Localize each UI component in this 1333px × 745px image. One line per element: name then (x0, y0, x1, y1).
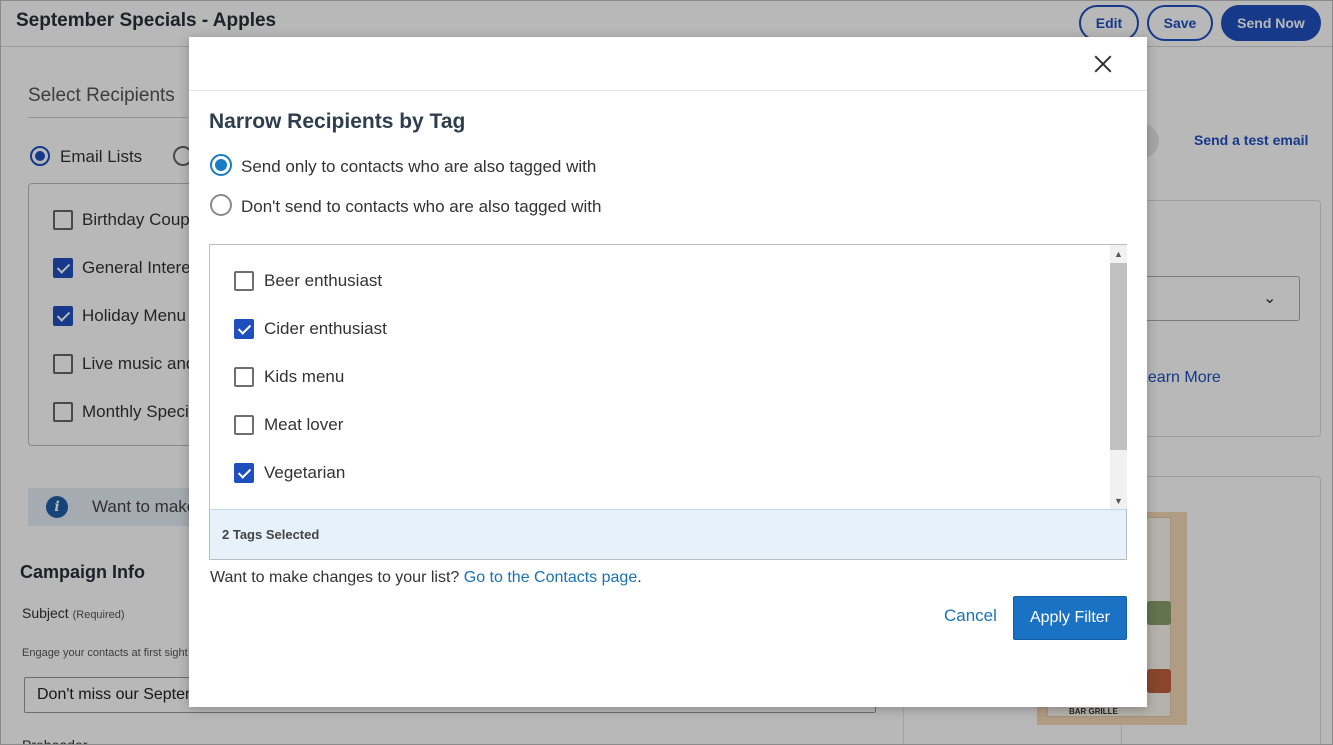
close-icon[interactable] (1091, 52, 1115, 76)
tags-selected-count: 2 Tags Selected (222, 527, 320, 542)
send-only-label[interactable]: Send only to contacts who are also tagge… (241, 157, 596, 177)
send-only-radio[interactable] (210, 154, 232, 176)
scrollbar[interactable]: ▲ ▼ (1110, 245, 1127, 509)
tag-list[interactable]: Beer enthusiast Cider enthusiast Kids menu… (210, 245, 1110, 509)
modal-header (189, 37, 1147, 91)
tag-label: Vegetarian (264, 463, 346, 482)
tag-checkbox[interactable] (234, 463, 254, 483)
dont-send-label[interactable]: Don't send to contacts who are also tagg… (241, 197, 601, 217)
scroll-up-icon[interactable]: ▲ (1110, 245, 1127, 262)
tag-row[interactable]: Beer enthusiast (234, 269, 382, 293)
tag-label: Beer enthusiast (264, 271, 383, 290)
scroll-thumb[interactable] (1110, 263, 1127, 450)
tag-list-box: Beer enthusiast Cider enthusiast Kids menu… (209, 244, 1127, 560)
tag-checkbox[interactable] (234, 319, 254, 339)
dont-send-radio[interactable] (210, 194, 232, 216)
scroll-down-icon[interactable]: ▼ (1110, 492, 1127, 509)
apply-filter-button[interactable]: Apply Filter (1013, 596, 1127, 640)
tag-row[interactable]: Cider enthusiast (234, 317, 387, 341)
tag-row[interactable]: Meat lover (234, 413, 343, 437)
tag-label: Cider enthusiast (264, 319, 387, 338)
narrow-recipients-modal: Narrow Recipients by Tag Send only to co… (189, 37, 1147, 707)
tag-label: Kids menu (264, 367, 345, 386)
changes-prompt: Want to make changes to your list? Go to… (210, 569, 642, 587)
tag-checkbox[interactable] (234, 415, 254, 435)
changes-period: . (637, 569, 642, 586)
tag-checkbox[interactable] (234, 367, 254, 387)
tag-label: Meat lover (264, 415, 344, 434)
tag-checkbox[interactable] (234, 271, 254, 291)
cancel-button[interactable]: Cancel (944, 606, 997, 626)
changes-prompt-text: Want to make changes to your list? (210, 569, 460, 586)
tag-row[interactable]: Kids menu (234, 365, 344, 389)
tags-selected-footer: 2 Tags Selected (210, 509, 1126, 559)
app-window: September Specials - Apples Edit Save Se… (0, 0, 1333, 745)
go-to-contacts-link[interactable]: Go to the Contacts page (464, 569, 637, 586)
modal-title: Narrow Recipients by Tag (209, 110, 466, 133)
tag-row[interactable]: Vegetarian (234, 461, 345, 485)
